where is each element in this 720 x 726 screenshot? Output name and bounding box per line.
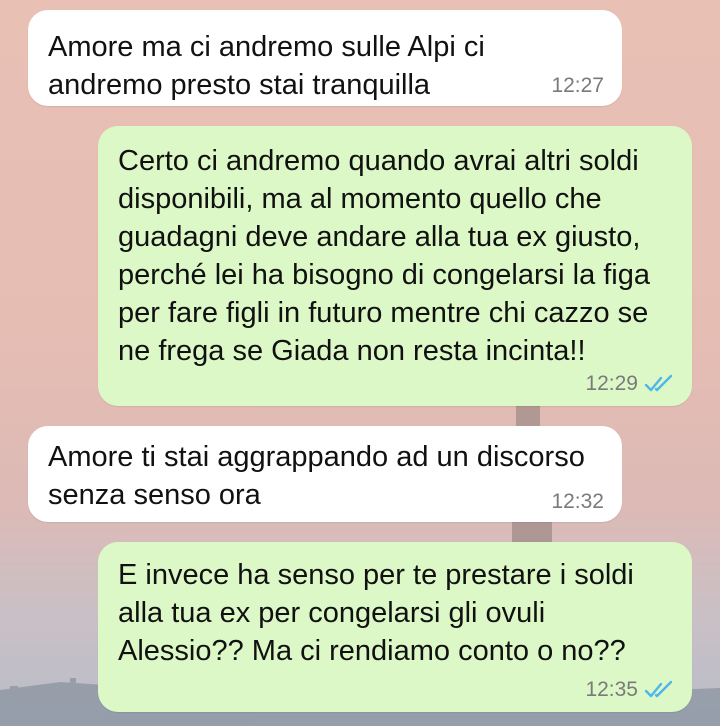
message-timestamp-row: 12:32	[551, 490, 604, 514]
message-text: Amore ti stai aggrappando ad un discorso…	[48, 441, 585, 511]
message-text: E invece ha senso per te prestare i sold…	[118, 559, 634, 667]
message-outgoing[interactable]: E invece ha senso per te prestare i sold…	[98, 542, 692, 712]
message-time: 12:29	[585, 372, 638, 395]
message-incoming[interactable]: Amore ti stai aggrappando ad un discorso…	[28, 426, 622, 522]
message-time: 12:35	[585, 678, 638, 701]
message-time: 12:27	[551, 74, 604, 97]
message-incoming[interactable]: Amore ma ci andremo sulle Alpi ci andrem…	[28, 10, 622, 106]
message-time: 12:32	[551, 490, 604, 513]
message-text: Certo ci andremo quando avrai altri sold…	[118, 145, 651, 367]
double-check-read-icon	[644, 374, 673, 392]
message-timestamp-row: 12:29	[585, 372, 676, 396]
message-text: Amore ma ci andremo sulle Alpi ci andrem…	[48, 31, 485, 101]
message-timestamp-row: 12:35	[585, 678, 676, 702]
double-check-read-icon	[644, 680, 673, 698]
message-timestamp-row: 12:27	[551, 74, 604, 98]
message-outgoing[interactable]: Certo ci andremo quando avrai altri sold…	[98, 126, 692, 406]
